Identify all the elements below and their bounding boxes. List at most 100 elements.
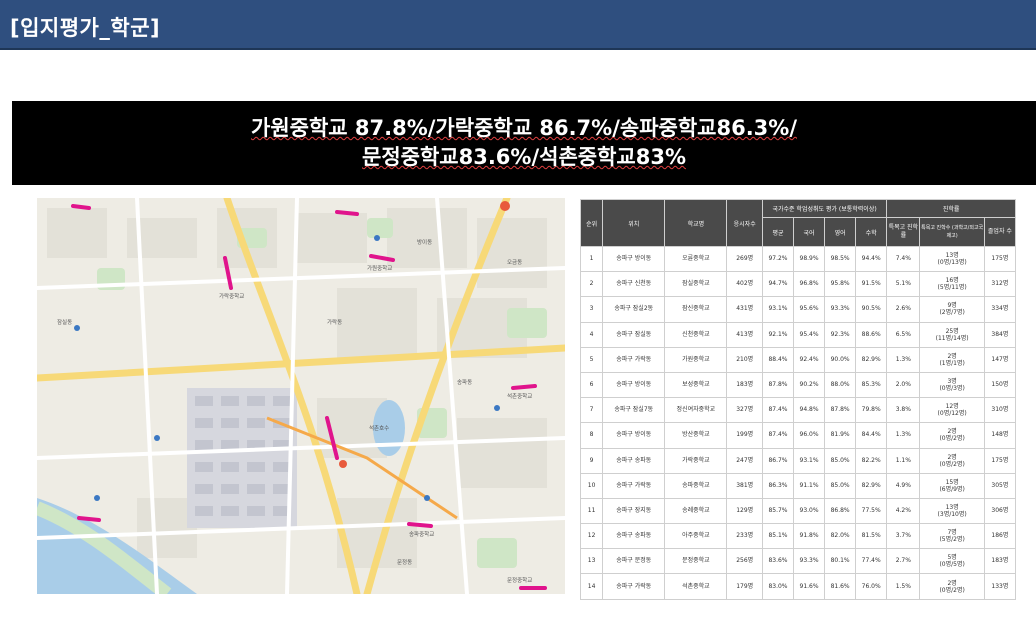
cell-sp: 3.8% (886, 397, 921, 424)
cell-sp: 7.4% (886, 245, 921, 273)
cell-grad: 384명 (983, 321, 1017, 348)
table-row: 11 송파구 장지동 송례중학교 129명 85.7% 93.0% 86.8% 77.5% 4.… (579, 497, 1017, 525)
cell-kor: 95.4% (792, 321, 826, 348)
cell-eng: 85.0% (824, 472, 857, 499)
cell-avg: 83.6% (761, 548, 795, 575)
cell-kor: 93.1% (792, 447, 826, 474)
cell-special-count-detail: (3명/10명) (937, 510, 967, 518)
header-location: 위치 (602, 199, 666, 247)
cell-math: 82.9% (855, 346, 888, 373)
cell-grad: 175명 (983, 245, 1017, 273)
header-grads: 졸업자 수 (983, 217, 1017, 247)
cell-special-count: 2명 (0명/2명) (919, 447, 985, 474)
cell-avg: 83.0% (761, 573, 795, 600)
cell-n: 233명 (726, 523, 763, 550)
cell-math: 77.4% (855, 548, 888, 575)
header-avg: 평균 (761, 217, 795, 247)
cell-school: 가원중학교 (664, 346, 728, 373)
cell-school: 가락중학교 (664, 447, 728, 474)
cell-special-count-detail: (2명/7명) (939, 309, 965, 317)
cell-eng: 85.0% (824, 447, 857, 474)
cell-rank: 9 (579, 447, 604, 474)
cell-kor: 95.6% (792, 296, 826, 323)
cell-rank: 3 (579, 296, 604, 323)
cell-school: 신천중학교 (664, 321, 728, 348)
cell-special-count: 12명 (0명/12명) (919, 397, 985, 424)
cell-loc: 송파구 가락동 (602, 472, 666, 499)
cell-kor: 91.6% (792, 573, 826, 600)
cell-grad: 133명 (983, 573, 1017, 600)
cell-rank: 2 (579, 271, 604, 298)
cell-n: 269명 (726, 245, 763, 273)
cell-avg: 92.1% (761, 321, 795, 348)
cell-rank: 11 (579, 497, 604, 525)
cell-school: 보성중학교 (664, 371, 728, 399)
cell-sp: 2.6% (886, 296, 921, 323)
cell-special-count: 2명 (0명/2명) (919, 422, 985, 449)
map-graphic (37, 198, 565, 594)
school-district-map: 가락동 문정동 송파동 오금동 방이동 잠실동 석촌호수 가원중학교 송파중학교… (37, 198, 565, 594)
cell-sp: 1.3% (886, 346, 921, 373)
cell-loc: 송파구 가락동 (602, 346, 666, 373)
map-label: 문정동 (397, 560, 413, 566)
cell-special-count-detail: (0명/2명) (939, 460, 965, 468)
cell-sp: 6.5% (886, 321, 921, 348)
cell-math: 94.4% (855, 245, 888, 273)
cell-loc: 송파구 방이동 (602, 422, 666, 449)
cell-math: 85.3% (855, 371, 888, 399)
cell-n: 183명 (726, 371, 763, 399)
cell-kor: 91.8% (792, 523, 826, 550)
cell-school: 아주중학교 (664, 523, 728, 550)
cell-n: 256명 (726, 548, 763, 575)
summary-banner: 가원중학교 87.8%/가락중학교 86.7%/송파중학교86.3%/ 문정중학… (12, 101, 1036, 185)
map-label: 송파동 (457, 380, 473, 386)
table-row: 9 송파구 송파동 가락중학교 247명 86.7% 93.1% 85.0% 82.2% 1.1… (579, 447, 1017, 474)
cell-sp: 2.0% (886, 371, 921, 399)
map-label: 가원중학교 (367, 266, 393, 272)
table-row: 3 송파구 잠실2동 잠신중학교 431명 93.1% 95.6% 93.3% 90.5% 2.… (579, 296, 1017, 323)
cell-rank: 4 (579, 321, 604, 348)
cell-eng: 80.1% (824, 548, 857, 575)
table-row: 7 송파구 잠실7동 정신여자중학교 327명 87.4% 94.8% 87.8% 79.8%… (579, 397, 1017, 424)
cell-eng: 98.5% (824, 245, 857, 273)
cell-kor: 91.1% (792, 472, 826, 499)
cell-special-count-detail: (0명/12명) (937, 410, 967, 418)
cell-school: 오륜중학교 (664, 245, 728, 273)
cell-special-count-detail: (11명/14명) (935, 334, 969, 342)
cell-grad: 148명 (983, 422, 1017, 449)
cell-special-count: 2명 (0명/2명) (919, 573, 985, 600)
cell-sp: 1.1% (886, 447, 921, 474)
cell-eng: 88.0% (824, 371, 857, 399)
cell-sp: 4.2% (886, 497, 921, 525)
cell-grad: 310명 (983, 397, 1017, 424)
map-label: 석촌중학교 (507, 394, 533, 400)
header-applicants: 응시자수 (726, 199, 763, 247)
cell-kor: 96.0% (792, 422, 826, 449)
cell-avg: 87.8% (761, 371, 795, 399)
cell-special-count-total: 13명 (945, 503, 959, 511)
map-label: 문정중학교 (507, 578, 533, 584)
table-row: 1 송파구 방이동 오륜중학교 269명 97.2% 98.9% 98.5% 94.4% 7.4… (579, 245, 1017, 273)
cell-school: 잠실중학교 (664, 271, 728, 298)
cell-school: 정신여자중학교 (664, 397, 728, 424)
table-row: 10 송파구 가락동 송파중학교 381명 86.3% 91.1% 85.0% 82.9% 4.… (579, 472, 1017, 499)
cell-special-count-detail: (0명/3명) (939, 385, 965, 393)
cell-eng: 95.8% (824, 271, 857, 298)
cell-rank: 14 (579, 573, 604, 600)
cell-special-count-detail: (0명/5명) (939, 561, 965, 569)
cell-special-count: 13명 (3명/10명) (919, 497, 985, 525)
cell-avg: 87.4% (761, 422, 795, 449)
cell-avg: 85.7% (761, 497, 795, 525)
cell-grad: 175명 (983, 447, 1017, 474)
cell-kor: 93.0% (792, 497, 826, 525)
cell-math: 84.4% (855, 422, 888, 449)
cell-special-count-total: 2명 (947, 453, 957, 461)
cell-special-count-detail: (0명/2명) (939, 586, 965, 594)
cell-eng: 81.9% (824, 422, 857, 449)
page-title: [입지평가_학군] (10, 16, 161, 40)
cell-grad: 150명 (983, 371, 1017, 399)
map-label: 석촌호수 (369, 426, 390, 432)
header-national: 국가수준 학업성취도 평가 (보통학력이상) (761, 199, 888, 218)
cell-eng: 87.8% (824, 397, 857, 424)
cell-rank: 10 (579, 472, 604, 499)
